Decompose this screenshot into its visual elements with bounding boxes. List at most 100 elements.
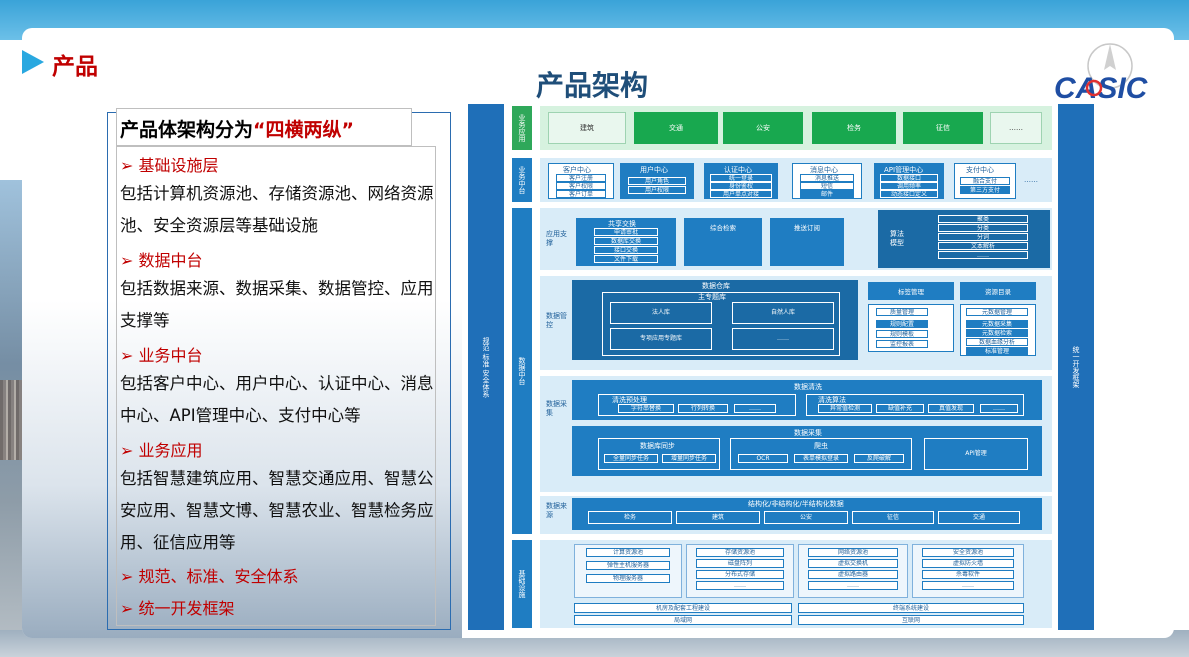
- app-box: ……: [990, 112, 1042, 144]
- res-item: 元数据管理: [966, 308, 1028, 316]
- center-sub: 数据接口: [880, 174, 938, 182]
- layer-tag-biz-app: 业务应用: [512, 106, 532, 150]
- pool-item: 杀毒软件: [922, 570, 1014, 579]
- source-item: 检务: [588, 511, 672, 524]
- item-desc: 包括计算机资源池、存储资源池、网络资源池、安全资源层等基础设施: [120, 184, 434, 235]
- algo-item: 分类: [938, 224, 1028, 232]
- section-arrow-icon: [22, 50, 44, 74]
- item-title: ➢ 数据中台: [120, 251, 203, 270]
- nature-db: 自然人库: [732, 302, 834, 324]
- clean-algo-item: 真值发现: [928, 404, 974, 413]
- app-box: 交通: [634, 112, 718, 144]
- warehouse-title: 数据仓库: [702, 282, 730, 290]
- center-title: 支付中心: [966, 166, 994, 174]
- pool-title: 存储资源池: [696, 548, 784, 557]
- item-title: ➢ 基础设施层: [120, 156, 219, 175]
- center-sub: 身份鉴权: [710, 182, 772, 190]
- push-box: 推送订阅: [770, 218, 844, 266]
- center-sub: 短信: [800, 182, 854, 190]
- center-sub: 第三方支付: [960, 186, 1010, 194]
- pool-item: 物理服务器: [586, 574, 670, 583]
- pool-item: 弹性主机服务器: [586, 561, 670, 570]
- item-desc: 包括智慧建筑应用、智慧交通应用、智慧公安应用、智慧文博、智慧农业、智慧检务应用、…: [120, 469, 434, 552]
- item-title: ➢ 业务应用: [120, 441, 203, 460]
- pool-item: 分布式存储: [696, 570, 784, 579]
- center-title: 用户中心: [640, 166, 668, 174]
- summary-headline: 产品体架构分为“四横两纵”: [120, 115, 354, 142]
- label-item: 质量管理: [876, 308, 928, 316]
- res-item: 标准管理: [966, 347, 1028, 355]
- share-item: 申请审批: [594, 228, 658, 236]
- standards-bar: 规范 标准 安全体系: [468, 104, 504, 630]
- data-govern-tag: 数据管控: [546, 312, 567, 329]
- app-box: 征信: [903, 112, 983, 144]
- center-sub: 用户单点对接: [710, 190, 772, 198]
- center-sub: 消息推送: [800, 174, 854, 182]
- pool-title: 安全资源池: [922, 548, 1014, 557]
- internet: 互联网: [798, 615, 1024, 625]
- sync-item: 全量同步任务: [604, 454, 658, 463]
- label-item: 规则模板: [876, 330, 928, 338]
- share-item: 数据库交换: [594, 237, 658, 245]
- center-sub: 统一登录: [710, 174, 772, 182]
- share-item: 接口交换: [594, 246, 658, 254]
- pool-item: ……: [922, 581, 1014, 590]
- item-title: ➢ 规范、标准、安全体系: [120, 567, 299, 586]
- pool-title: 计算资源池: [586, 548, 670, 557]
- room-build: 机房及配套工程建设: [574, 603, 792, 613]
- center-sub: 客户权限: [556, 182, 606, 190]
- headline-prefix: 产品体架构分为: [120, 119, 254, 141]
- layer-tag-biz-mid: 业务中台: [512, 158, 532, 202]
- terminal-build: 终端系统建设: [798, 603, 1024, 613]
- more-db: ……: [732, 328, 834, 350]
- share-item: 文件下载: [594, 255, 658, 263]
- res-catalog-box: 资源目录: [960, 282, 1036, 300]
- crawler-item: 表单模拟登录: [794, 454, 848, 463]
- crawler-title: 爬虫: [814, 442, 828, 450]
- source-item: 征信: [852, 511, 934, 524]
- data-collect-tag: 数据采集: [546, 400, 567, 417]
- app-support-tag: 应用支撑: [546, 230, 567, 247]
- algo-item: 聚类: [938, 215, 1028, 223]
- algo-item: 文本解析: [938, 242, 1028, 250]
- label-mgmt-box: 标签管理: [868, 282, 954, 300]
- res-item: 元数据检索: [966, 329, 1028, 337]
- dev-framework-bar: 统一开发框架: [1058, 104, 1094, 630]
- app-box: 公安: [723, 112, 803, 144]
- source-item: 建筑: [676, 511, 760, 524]
- pool-item: ……: [696, 581, 784, 590]
- center-sub: 用户权限: [628, 186, 686, 194]
- center-sub: 客户订单: [556, 190, 606, 198]
- item-desc: 包括客户中心、用户中心、认证中心、消息中心、API管理中心、支付中心等: [120, 374, 434, 425]
- item-title: ➢ 统一开发框架: [120, 599, 235, 618]
- source-item: 公安: [764, 511, 848, 524]
- section-title: 产品: [52, 54, 98, 80]
- label-item: 监控报表: [876, 340, 928, 348]
- api-mgmt: API管理: [924, 438, 1028, 470]
- res-item: 元数据采集: [966, 320, 1028, 328]
- center-sub: 邮件: [800, 190, 854, 198]
- data-source-tag: 数据来源: [546, 502, 567, 519]
- more-label: ……: [1024, 176, 1038, 184]
- center-sub: 调用频率: [880, 182, 938, 190]
- pool-item: 磁盘阵列: [696, 559, 784, 568]
- center-sub: 动态接口定义: [880, 190, 938, 198]
- res-item: 数据血缘分析: [966, 338, 1028, 346]
- app-box: 检务: [812, 112, 896, 144]
- corp-db: 法人库: [610, 302, 712, 324]
- lan: 局域网: [574, 615, 792, 625]
- pre-item: 字符串替换: [618, 404, 674, 413]
- pool-item: 虚拟路由器: [808, 570, 898, 579]
- crawler-item: OCR: [738, 454, 788, 463]
- sync-title: 数据库同步: [640, 442, 675, 450]
- center-sub: 用户角色: [628, 177, 686, 185]
- app-box: 建筑: [548, 112, 626, 144]
- headline-quote: “四横两纵”: [253, 119, 354, 141]
- clean-algo-item: ……: [980, 404, 1018, 413]
- sync-item: 增量同步任务: [662, 454, 716, 463]
- layer-tag-infra: 基础设施: [512, 540, 532, 628]
- algo-item: 分词: [938, 233, 1028, 241]
- crawler-item: 反爬破解: [854, 454, 904, 463]
- center-sub: 融合支付: [960, 177, 1010, 185]
- casic-logo: CASIC: [1052, 40, 1170, 105]
